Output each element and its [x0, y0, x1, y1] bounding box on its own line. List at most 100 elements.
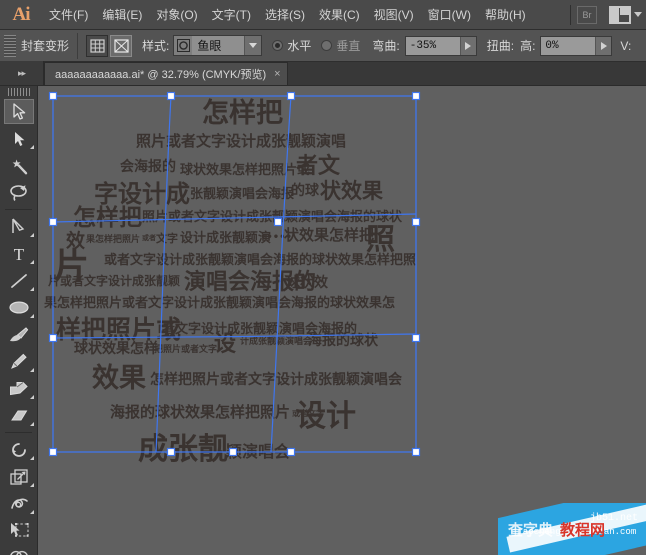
- menu-effect[interactable]: 效果(C): [312, 0, 367, 30]
- tool-flyout-indicator[interactable]: [30, 260, 34, 264]
- menu-object[interactable]: 对象(O): [149, 0, 204, 30]
- menubar-divider: [570, 4, 571, 25]
- eraser-icon: [10, 410, 27, 420]
- menu-view[interactable]: 视图(V): [367, 0, 421, 30]
- bend-slider-arrow[interactable]: [459, 36, 476, 55]
- document-tab[interactable]: aaaaaaaaaaaa.ai* @ 32.79% (CMYK/预览) ×: [44, 62, 288, 85]
- blob-brush-icon: [10, 382, 28, 396]
- orientation-horizontal-label: 水平: [287, 39, 312, 53]
- tool-flyout-indicator[interactable]: [30, 456, 34, 460]
- selection-handle[interactable]: [228, 447, 238, 457]
- chevron-down-icon: [634, 12, 642, 17]
- tool-flyout-indicator[interactable]: [30, 233, 34, 237]
- selection-handle[interactable]: [48, 333, 58, 343]
- menu-window[interactable]: 窗口(W): [421, 0, 478, 30]
- tool-flyout-indicator[interactable]: [30, 395, 34, 399]
- lasso-icon: [10, 185, 27, 201]
- style-dropdown-arrow[interactable]: [244, 36, 262, 55]
- menu-help[interactable]: 帮助(H): [478, 0, 533, 30]
- selection-mesh-line: [270, 95, 292, 453]
- envelope-warp-button[interactable]: [110, 34, 133, 57]
- tool-free-transform[interactable]: [0, 517, 38, 544]
- paintbrush-icon: [10, 327, 29, 342]
- selection-handle[interactable]: [273, 217, 283, 227]
- chevron-down-icon: [249, 43, 258, 48]
- tool-selection[interactable]: [0, 98, 38, 125]
- tool-pencil[interactable]: [0, 348, 38, 375]
- orientation-horizontal-option[interactable]: 水平: [272, 37, 311, 54]
- tool-flyout-indicator[interactable]: [30, 287, 34, 291]
- tool-lasso[interactable]: [0, 179, 38, 206]
- tool-flyout-indicator[interactable]: [30, 145, 34, 149]
- scale-icon: [9, 468, 28, 485]
- distort-h-input[interactable]: 0%: [540, 35, 613, 56]
- bend-label: 弯曲:: [372, 39, 400, 53]
- tools-panel-grip[interactable]: [0, 86, 37, 98]
- tool-line-segment[interactable]: [0, 267, 38, 294]
- selection-handle[interactable]: [166, 91, 176, 101]
- orientation-vertical-label: 垂直: [336, 39, 361, 53]
- triangle-right-icon: [600, 41, 607, 50]
- envelope-selection-overlay[interactable]: [38, 86, 646, 555]
- menu-edit[interactable]: 编辑(E): [95, 0, 149, 30]
- style-label: 样式:: [142, 39, 170, 53]
- tool-direct-selection[interactable]: [0, 125, 38, 152]
- type-icon: T: [14, 245, 25, 262]
- magic-wand-icon: [12, 159, 27, 174]
- orientation-vertical-option[interactable]: 垂直: [321, 37, 360, 54]
- tool-blob-brush[interactable]: [0, 375, 38, 402]
- selection-handle[interactable]: [411, 333, 421, 343]
- tool-type[interactable]: T: [0, 240, 38, 267]
- style-select[interactable]: 鱼眼: [173, 35, 263, 56]
- bend-input[interactable]: -35%: [404, 35, 477, 56]
- selection-handle[interactable]: [48, 217, 58, 227]
- tool-width[interactable]: [0, 490, 38, 517]
- tool-pen[interactable]: [0, 213, 38, 240]
- envelope-mode-buttons: [86, 34, 134, 57]
- selection-handle[interactable]: [411, 447, 421, 457]
- control-bar-grip[interactable]: [4, 34, 16, 57]
- app-logo: Ai: [12, 3, 31, 25]
- tool-flyout-indicator[interactable]: [30, 314, 34, 318]
- panel-collapse-button[interactable]: ▸▸: [0, 61, 44, 85]
- tool-paintbrush[interactable]: [0, 321, 38, 348]
- menu-bar: Ai 文件(F) 编辑(E) 对象(O) 文字(T) 选择(S) 效果(C) 视…: [0, 0, 646, 30]
- selection-handle[interactable]: [166, 447, 176, 457]
- pencil-icon: [11, 353, 27, 369]
- tool-flyout-indicator[interactable]: [30, 368, 34, 372]
- canvas-area[interactable]: 怎样把 照片或者文字设计成张靓颖演唱 会海报的 球状效果怎样把照片或 者文 字设计成 张靓颖…: [38, 86, 646, 555]
- tool-magic-wand[interactable]: [0, 152, 38, 179]
- width-warp-icon: [10, 498, 28, 509]
- distort-h-slider-arrow[interactable]: [595, 36, 612, 55]
- menu-file[interactable]: 文件(F): [42, 0, 95, 30]
- tool-ellipse[interactable]: [0, 294, 38, 321]
- tools-panel: T: [0, 86, 38, 555]
- tool-rotate[interactable]: [0, 436, 38, 463]
- selection-handle[interactable]: [286, 91, 296, 101]
- tool-flyout-indicator[interactable]: [30, 483, 34, 487]
- distort-h-value[interactable]: 0%: [541, 40, 595, 52]
- selection-handle[interactable]: [48, 91, 58, 101]
- mesh-grid-icon: [89, 38, 105, 53]
- document-tab-label: aaaaaaaaaaaa.ai* @ 32.79% (CMYK/预览): [55, 69, 267, 81]
- tool-scale[interactable]: [0, 463, 38, 490]
- line-icon: [11, 273, 27, 288]
- tool-shape-builder[interactable]: [0, 544, 38, 555]
- selection-mesh-line: [52, 213, 417, 223]
- double-chevron-right-icon: ▸▸: [17, 67, 26, 78]
- tool-flyout-indicator[interactable]: [30, 510, 34, 514]
- selection-handle[interactable]: [411, 91, 421, 101]
- menu-select[interactable]: 选择(S): [258, 0, 312, 30]
- selection-handle[interactable]: [286, 447, 296, 457]
- selection-handle[interactable]: [48, 447, 58, 457]
- tool-flyout-indicator[interactable]: [30, 422, 34, 426]
- selection-handle[interactable]: [411, 217, 421, 227]
- menu-type[interactable]: 文字(T): [205, 0, 258, 30]
- selection-mesh-line: [52, 95, 417, 453]
- bridge-icon[interactable]: Br: [577, 5, 597, 24]
- tool-eraser[interactable]: [0, 402, 38, 429]
- arrange-documents-button[interactable]: [609, 5, 642, 24]
- bend-value[interactable]: -35%: [406, 40, 460, 52]
- envelope-mesh-button[interactable]: [86, 34, 109, 57]
- close-icon[interactable]: ×: [274, 68, 280, 80]
